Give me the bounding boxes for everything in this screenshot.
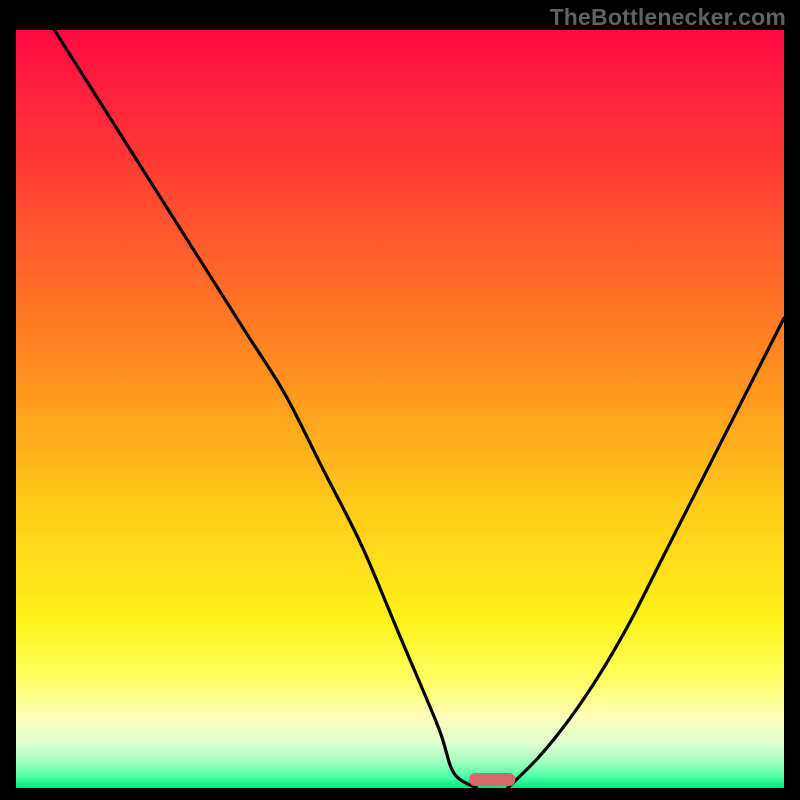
- bottleneck-chart: [16, 30, 784, 788]
- plot-area: [16, 30, 784, 788]
- watermark-text: TheBottlenecker.com: [550, 4, 786, 31]
- optimal-marker: [469, 773, 515, 786]
- chart-frame: TheBottlenecker.com: [0, 0, 800, 800]
- gradient-background: [16, 30, 784, 788]
